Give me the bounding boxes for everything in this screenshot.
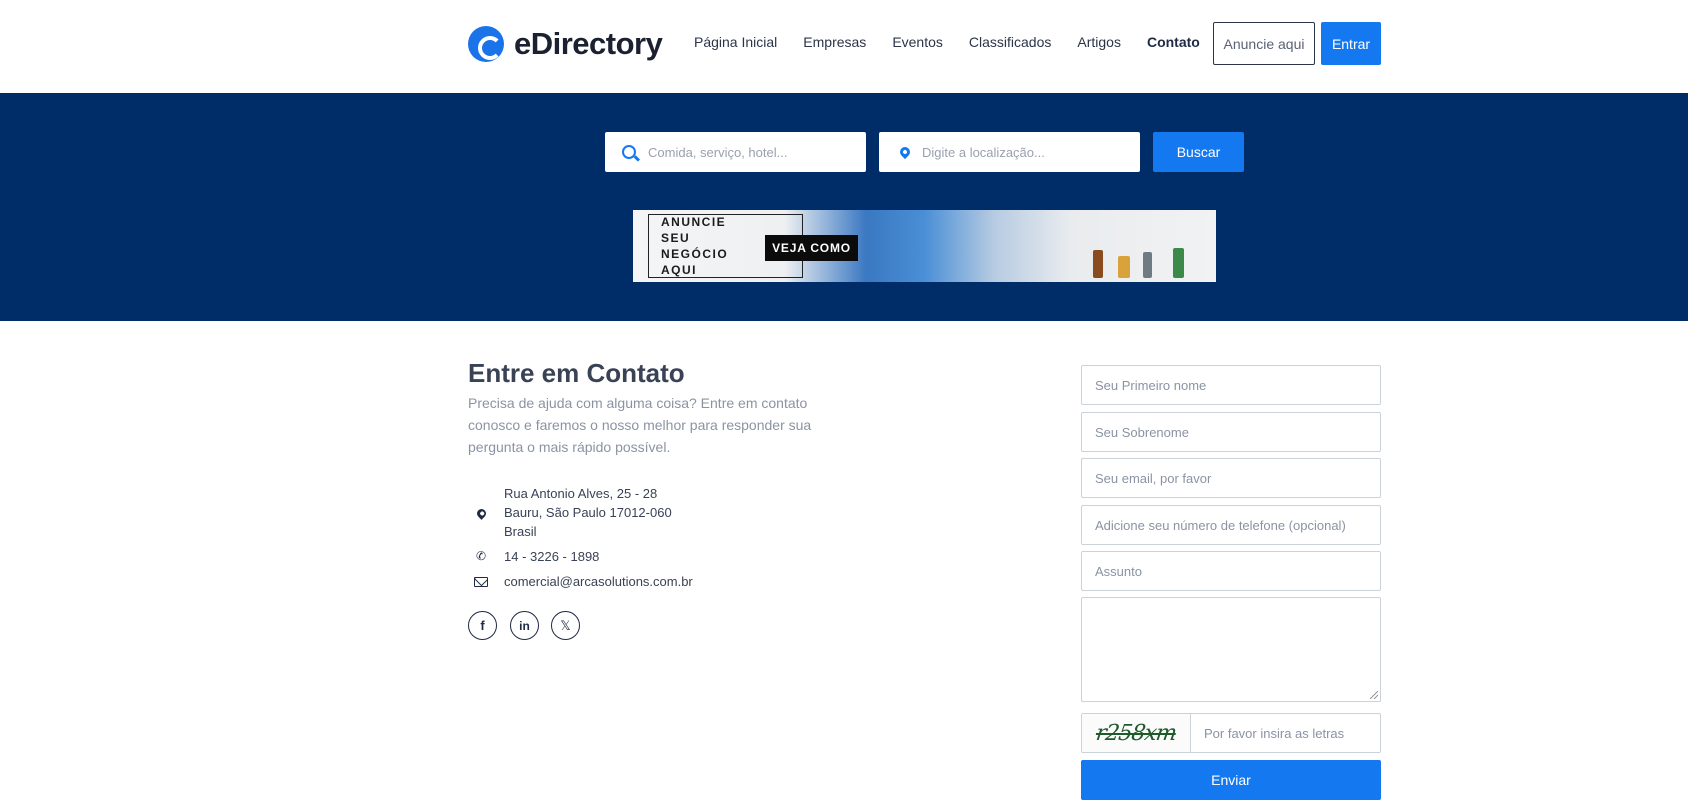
email-placeholder: Seu email, por favor <box>1095 470 1212 486</box>
banner-photo-detail <box>1118 256 1130 278</box>
banner-line: AQUI <box>661 263 697 277</box>
search-hero: Comida, serviço, hotel... Digite a local… <box>0 93 1688 321</box>
phone-field[interactable]: Adicione seu número de telefone (opciona… <box>1081 505 1381 545</box>
brand-name: eDirectory <box>514 26 663 61</box>
email-icon <box>474 577 488 587</box>
map-pin-icon <box>474 507 488 520</box>
email-field[interactable]: Seu email, por favor <box>1081 458 1381 498</box>
submit-button[interactable]: Enviar <box>1081 760 1381 800</box>
address-text: Rua Antonio Alves, 25 - 28 Bauru, São Pa… <box>504 484 672 541</box>
address-line: Rua Antonio Alves, 25 - 28 <box>504 486 658 501</box>
location-search-placeholder: Digite a localização... <box>922 144 1045 160</box>
nav-item-classifieds[interactable]: Classificados <box>969 34 1051 50</box>
edirectory-logo-icon <box>468 26 504 62</box>
banner-photo-detail <box>1093 250 1103 278</box>
location-search-input[interactable]: Digite a localização... <box>879 132 1140 172</box>
site-header: eDirectory Página Inicial Empresas Event… <box>0 0 1688 93</box>
nav-item-events[interactable]: Eventos <box>892 34 943 50</box>
advertise-banner[interactable]: ANUNCIE SEU NEGÓCIO AQUI VEJA COMO <box>633 210 1216 282</box>
login-button[interactable]: Entrar <box>1321 22 1381 65</box>
last-name-placeholder: Seu Sobrenome <box>1095 424 1189 440</box>
search-icon <box>622 145 636 159</box>
x-twitter-icon[interactable]: 𝕏 <box>551 611 580 640</box>
advertise-button[interactable]: Anuncie aqui <box>1213 22 1315 65</box>
subject-placeholder: Assunto <box>1095 563 1142 579</box>
nav-item-home[interactable]: Página Inicial <box>694 34 777 50</box>
captcha-input[interactable]: Por favor insira as letras <box>1204 726 1344 741</box>
phone-row: ✆ 14 - 3226 - 1898 <box>468 547 599 566</box>
subject-field[interactable]: Assunto <box>1081 551 1381 591</box>
address-line: Bauru, São Paulo 17012-060 <box>504 505 672 520</box>
banner-line: NEGÓCIO <box>661 247 729 261</box>
keyword-search-input[interactable]: Comida, serviço, hotel... <box>605 132 866 172</box>
phone-icon: ✆ <box>475 549 487 563</box>
search-button[interactable]: Buscar <box>1153 132 1244 172</box>
address-line: Brasil <box>504 524 537 539</box>
site-logo[interactable]: eDirectory <box>468 26 663 62</box>
message-textarea[interactable] <box>1081 597 1381 702</box>
captcha-image: r258xm <box>1082 714 1191 752</box>
contact-description: Precisa de ajuda com alguma coisa? Entre… <box>468 395 812 455</box>
location-pin-icon <box>897 144 913 160</box>
page-title: Entre em Contato <box>468 358 685 388</box>
first-name-placeholder: Seu Primeiro nome <box>1095 377 1207 393</box>
nav-item-articles[interactable]: Artigos <box>1077 34 1121 50</box>
facebook-icon[interactable]: f <box>468 611 497 640</box>
resize-handle-icon[interactable] <box>1370 691 1378 699</box>
email-row: comercial@arcasolutions.com.br <box>468 572 693 591</box>
address-row: Rua Antonio Alves, 25 - 28 Bauru, São Pa… <box>468 484 672 541</box>
last-name-field[interactable]: Seu Sobrenome <box>1081 412 1381 452</box>
email-link[interactable]: comercial@arcasolutions.com.br <box>504 572 693 591</box>
banner-headline: ANUNCIE SEU NEGÓCIO AQUI <box>661 214 728 278</box>
phone-text[interactable]: 14 - 3226 - 1898 <box>504 547 599 566</box>
banner-photo-detail <box>1143 252 1152 278</box>
banner-line: ANUNCIE <box>661 215 727 229</box>
captcha-text: r258xm <box>1094 720 1178 746</box>
banner-cta-button[interactable]: VEJA COMO <box>765 235 858 261</box>
linkedin-icon[interactable]: in <box>510 611 539 640</box>
banner-photo-detail <box>1173 248 1184 278</box>
banner-line: SEU <box>661 231 691 245</box>
keyword-search-placeholder: Comida, serviço, hotel... <box>648 144 788 160</box>
nav-item-contact[interactable]: Contato <box>1147 34 1200 50</box>
captcha-row: r258xm Por favor insira as letras <box>1081 713 1381 753</box>
phone-placeholder: Adicione seu número de telefone (opciona… <box>1095 517 1346 533</box>
main-nav: Página Inicial Empresas Eventos Classifi… <box>694 34 1226 50</box>
first-name-field[interactable]: Seu Primeiro nome <box>1081 365 1381 405</box>
nav-item-companies[interactable]: Empresas <box>803 34 866 50</box>
